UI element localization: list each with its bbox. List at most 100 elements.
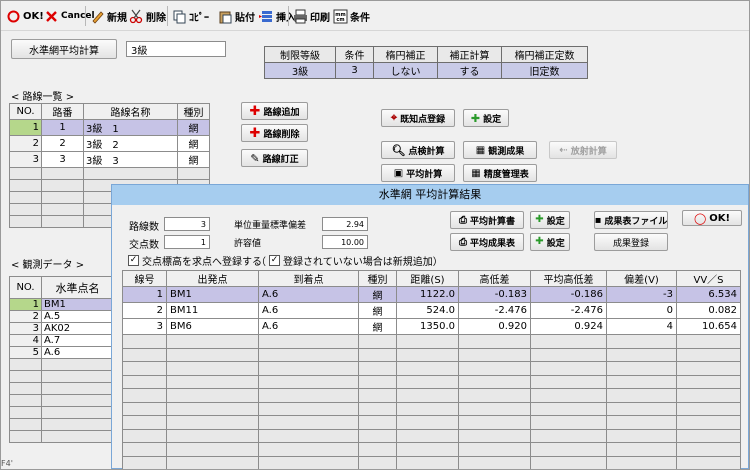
precision-table-button[interactable]: ▦ 精度管理表 xyxy=(463,164,537,182)
route-count-field: 3 xyxy=(164,217,210,231)
scissors-icon xyxy=(128,8,144,24)
observation-result-button[interactable]: ▦ 観測成果 xyxy=(463,141,537,159)
col-to: 到着点 xyxy=(258,270,359,287)
condition-value-constant[interactable]: 旧定数 xyxy=(501,62,588,79)
empty-row xyxy=(122,401,741,416)
empty-row xyxy=(9,430,114,443)
empty-row xyxy=(122,361,741,376)
observation-table: NO. 水準点名 1 BM1 2 A.5 3 AK02 4 A.7 5 A.6 xyxy=(9,276,114,443)
tolerance-label: 許容値 xyxy=(234,239,262,249)
add-route-button[interactable]: ✚ 路線追加 xyxy=(241,102,308,120)
cancel-x-icon xyxy=(43,8,59,24)
average-calc-button[interactable]: ▣ 平均計算 xyxy=(381,164,455,182)
col-deviation: 偏差(V) xyxy=(606,270,677,287)
result-file-button[interactable]: ▪ 成果表ファイル xyxy=(594,211,668,229)
results-window-title: 水準網 平均計算結果 xyxy=(112,185,748,205)
checkmark-icon: ✓ xyxy=(128,255,139,266)
printer-icon: ⎙ xyxy=(458,214,467,226)
conditions-button[interactable]: mm cm 条件 xyxy=(332,5,370,27)
delete-route-button[interactable]: ✚ 路線削除 xyxy=(241,124,308,142)
table-row[interactable]: 4 A.7 xyxy=(9,334,114,347)
col-vvs: VV／S xyxy=(676,270,741,287)
settings-button[interactable]: ✚ 設定 xyxy=(530,211,570,229)
condition-header: 制限等級 xyxy=(264,46,336,63)
condition-header: 楕円補正定数 xyxy=(501,46,588,63)
calc-type-button[interactable]: 水準網平均計算 xyxy=(11,39,117,59)
green-plus-icon: ✚ xyxy=(535,236,544,247)
sheet-icon: ▦ xyxy=(475,144,486,156)
delete-button[interactable]: 削除 xyxy=(128,5,166,27)
empty-row xyxy=(9,382,114,395)
empty-row xyxy=(122,334,741,349)
empty-row xyxy=(9,418,114,431)
table-row[interactable]: 1 BM1 A.6 網 1122.0 -0.183 -0.186 -3 6.53… xyxy=(122,286,741,303)
ok-button[interactable]: OK! xyxy=(5,5,44,27)
empty-row xyxy=(9,358,114,371)
col-distance: 距離(S) xyxy=(396,270,459,287)
check-calc-button[interactable]: 🔍︎ 点検計算 xyxy=(381,141,455,159)
save-icon: ▪ xyxy=(594,214,602,226)
condition-value-condition[interactable]: 3 xyxy=(335,62,374,79)
condition-value-correction[interactable]: する xyxy=(437,62,502,79)
status-fragment: F4' xyxy=(1,459,13,468)
empty-row xyxy=(122,428,741,443)
table-row[interactable]: 5 A.6 xyxy=(9,346,114,359)
table-row[interactable]: 2 BM11 A.6 網 524.0 -2.476 -2.476 0 0.082 xyxy=(122,302,741,319)
register-intersection-checkbox[interactable]: ✓ 交点標高を求点へ登録する xyxy=(128,253,262,268)
condition-header: 補正計算 xyxy=(437,46,502,63)
empty-row xyxy=(122,415,741,430)
insert-rows-icon xyxy=(258,8,274,24)
table-row[interactable]: 2 2 3級 2 網 xyxy=(9,135,210,152)
ok-button[interactable]: ◯ OK! xyxy=(682,210,742,226)
condition-value-ellipse[interactable]: しない xyxy=(373,62,438,79)
route-col-name: 路線名称 xyxy=(83,103,178,120)
green-plus-icon: ✚ xyxy=(535,214,544,225)
std-error-label: 単位重量標準偏差 xyxy=(234,221,307,231)
add-new-checkbox[interactable]: （ ✓ 登録されていない場合は新規追加） xyxy=(256,253,443,268)
table-row[interactable]: 3 3 3級 3 網 xyxy=(9,151,210,168)
register-result-button[interactable]: 成果登録 xyxy=(594,233,668,251)
toolbar-separator xyxy=(167,6,168,26)
register-known-point-button[interactable]: ⌖ 既知点登録 xyxy=(381,109,455,127)
average-result-button[interactable]: ⎙ 平均成果表 xyxy=(450,233,524,251)
conditions-icon: mm cm xyxy=(332,8,348,24)
radiation-icon: ⇠ xyxy=(559,144,568,156)
empty-row xyxy=(9,167,210,180)
average-report-button[interactable]: ⎙ 平均計算書 xyxy=(450,211,524,229)
empty-row xyxy=(122,374,741,389)
print-button[interactable]: 印刷 xyxy=(292,5,330,27)
empty-row xyxy=(122,455,741,469)
radiation-calc-button[interactable]: ⇠ 放射計算 xyxy=(549,141,617,159)
toolbar-separator xyxy=(288,6,289,26)
table-row[interactable]: 3 AK02 xyxy=(9,322,114,335)
settings-button[interactable]: ✚ 設定 xyxy=(463,109,509,127)
col-kind: 種別 xyxy=(358,270,397,287)
table-row[interactable]: 3 BM6 A.6 網 1350.0 0.920 0.924 4 10.654 xyxy=(122,318,741,335)
obs-col-name: 水準点名 xyxy=(41,276,114,299)
empty-row xyxy=(122,388,741,403)
insert-button[interactable]: 挿入 xyxy=(258,5,296,27)
paste-button[interactable]: 貼付 xyxy=(217,5,255,27)
settings-button[interactable]: ✚ 設定 xyxy=(530,233,570,251)
magnifier-icon: 🔍︎ xyxy=(391,143,406,157)
intersection-count-label: 交点数 xyxy=(129,240,159,251)
app-window: OK! Cancel 新規 削除 ｺﾋﾟｰ 貼付 挿入 印刷 mm cm 条件 … xyxy=(0,0,750,470)
edit-icon: ✎ xyxy=(250,151,260,165)
table-row[interactable]: 1 BM1 xyxy=(9,298,114,311)
survey-point-icon: ⌖ xyxy=(390,111,398,124)
condition-value-grade[interactable]: 3級 xyxy=(264,62,336,79)
cancel-button[interactable]: Cancel xyxy=(43,5,95,27)
copy-button[interactable]: ｺﾋﾟｰ xyxy=(171,5,209,27)
table-row[interactable]: 1 1 3級 1 網 xyxy=(9,119,210,136)
intersection-count-field: 1 xyxy=(164,235,210,249)
toolbar-separator xyxy=(85,6,86,26)
grade-field[interactable]: 3級 xyxy=(126,41,226,57)
col-height-diff: 高低差 xyxy=(458,270,531,287)
correct-route-button[interactable]: ✎ 路線訂正 xyxy=(241,149,308,167)
observation-data-title: < 観測データ > xyxy=(11,260,85,271)
pencil-icon xyxy=(89,8,105,24)
table-row[interactable]: 2 A.5 xyxy=(9,310,114,323)
new-button[interactable]: 新規 xyxy=(89,5,127,27)
route-col-ban: 路番 xyxy=(41,103,84,120)
route-count-label: 路線数 xyxy=(129,222,159,233)
